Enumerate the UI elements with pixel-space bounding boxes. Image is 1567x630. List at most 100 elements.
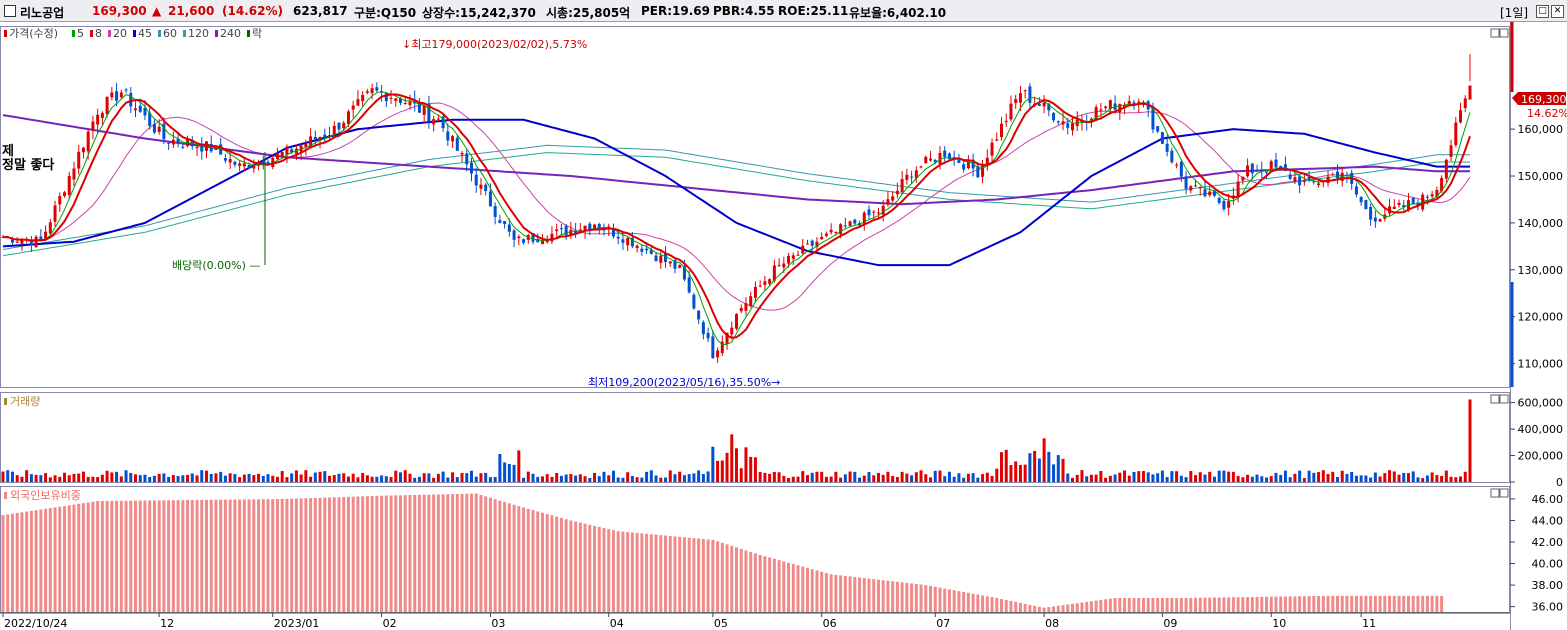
candle-body [1165, 143, 1169, 152]
legend-item: 20 [113, 27, 127, 40]
foreign-bar [48, 508, 52, 612]
select-checkbox[interactable] [4, 5, 16, 17]
candle-body [15, 241, 19, 243]
volume-bar [1288, 477, 1292, 482]
maximize-icon[interactable]: □ [1536, 5, 1549, 18]
volume-bar [938, 470, 942, 482]
foreign-bar [351, 496, 355, 612]
candle-body [706, 332, 710, 339]
volume-bar [834, 471, 838, 482]
candle-body [1298, 176, 1302, 186]
foreign-bar [1231, 597, 1235, 612]
candle-body [829, 229, 833, 233]
foreign-bar [966, 592, 970, 612]
foreign-bar [380, 495, 384, 612]
foreign-bar [985, 596, 989, 612]
candle-body [1066, 123, 1070, 128]
volume-bar [588, 477, 592, 482]
foreign-bar [1089, 601, 1093, 612]
foreign-bar [1203, 597, 1207, 612]
candle-body [1194, 185, 1198, 187]
foreign-bar [143, 500, 147, 612]
candle-body [252, 165, 256, 169]
candle-body [81, 147, 85, 153]
foreign-bar [1241, 597, 1245, 612]
foreign-bar [758, 554, 762, 612]
foreign-bar [432, 494, 436, 612]
candle-body [247, 165, 251, 169]
foreign-bar [257, 499, 261, 612]
candle-body [962, 164, 966, 170]
foreign-bar [507, 503, 511, 612]
close-icon[interactable]: ✕ [1551, 5, 1564, 18]
volume-bar [1373, 472, 1377, 482]
foreign-bar [867, 578, 871, 612]
foreign-bar [735, 547, 738, 612]
foreign-bar [891, 581, 895, 612]
foreign-bar [53, 507, 57, 612]
foreign-bar [957, 591, 961, 612]
candle-body [351, 105, 355, 110]
volume-bar [1331, 471, 1335, 482]
candle-body [1160, 132, 1164, 144]
volume-bar [1198, 472, 1202, 482]
foreign-bar [569, 520, 573, 612]
foreign-bar [465, 493, 469, 612]
candle-body [223, 158, 227, 161]
volume-bar [503, 462, 507, 482]
candle-body [53, 205, 57, 222]
candle-body [275, 153, 279, 160]
high-annotation: ↓최고179,000(2023/02/02),5.73% [402, 38, 587, 51]
foreign-bar [593, 525, 597, 612]
x-tick-label: 04 [610, 617, 624, 630]
foreign-bar [782, 561, 786, 612]
volume-bar [1014, 461, 1018, 482]
candle-body [668, 261, 672, 264]
candle-body [1317, 183, 1321, 186]
foreign-bar [332, 497, 336, 612]
foreign-bar [1004, 599, 1008, 612]
panel-min-icon [1490, 28, 1500, 38]
foreign-bar [323, 497, 327, 612]
candle-body [451, 136, 455, 142]
volume-bar [697, 470, 701, 482]
foreign-bar [1061, 605, 1065, 612]
candle-body [1099, 109, 1103, 111]
candle-body [853, 219, 857, 224]
candle-body [361, 95, 365, 102]
period-selector[interactable]: [1일] [1500, 4, 1528, 21]
volume-bar [96, 477, 100, 482]
foreign-bar [1378, 595, 1382, 612]
candle-body [697, 310, 701, 320]
foreign-bar [1354, 595, 1358, 612]
volume-bar [578, 474, 582, 482]
volume-bar [124, 470, 128, 482]
candle-body [507, 224, 511, 232]
candle-body [522, 239, 526, 243]
volume-bar [190, 473, 194, 482]
stock-chart[interactable]: 160,000 150,000 140,000 130,000 120,000 110,0… [0, 22, 1567, 630]
foreign-bar [451, 494, 455, 612]
foreign-bar [1388, 595, 1392, 612]
x-tick-label: 06 [823, 617, 837, 630]
candle-body [1179, 161, 1183, 177]
candle-body [58, 195, 62, 205]
price-tick-label: 150,000 [1518, 170, 1564, 183]
legend-item: 락 [252, 27, 262, 40]
foreign-bar [157, 500, 161, 612]
candle-body [498, 220, 502, 223]
candle-body [1369, 207, 1373, 220]
candle-body [1014, 99, 1018, 103]
foreign-bar [1023, 603, 1027, 612]
candle-body [285, 146, 289, 155]
volume-bar [1089, 474, 1093, 482]
stock-name[interactable]: 리노공업 [20, 4, 64, 21]
candle-body [1009, 103, 1013, 120]
candle-body [678, 265, 682, 268]
volume-bar [1359, 475, 1363, 482]
candle-body [134, 108, 138, 111]
candle-body [96, 114, 100, 125]
price-change-pct: (14.62%) [222, 4, 283, 18]
foreign-bar [753, 553, 757, 612]
foreign-bar [668, 535, 672, 612]
